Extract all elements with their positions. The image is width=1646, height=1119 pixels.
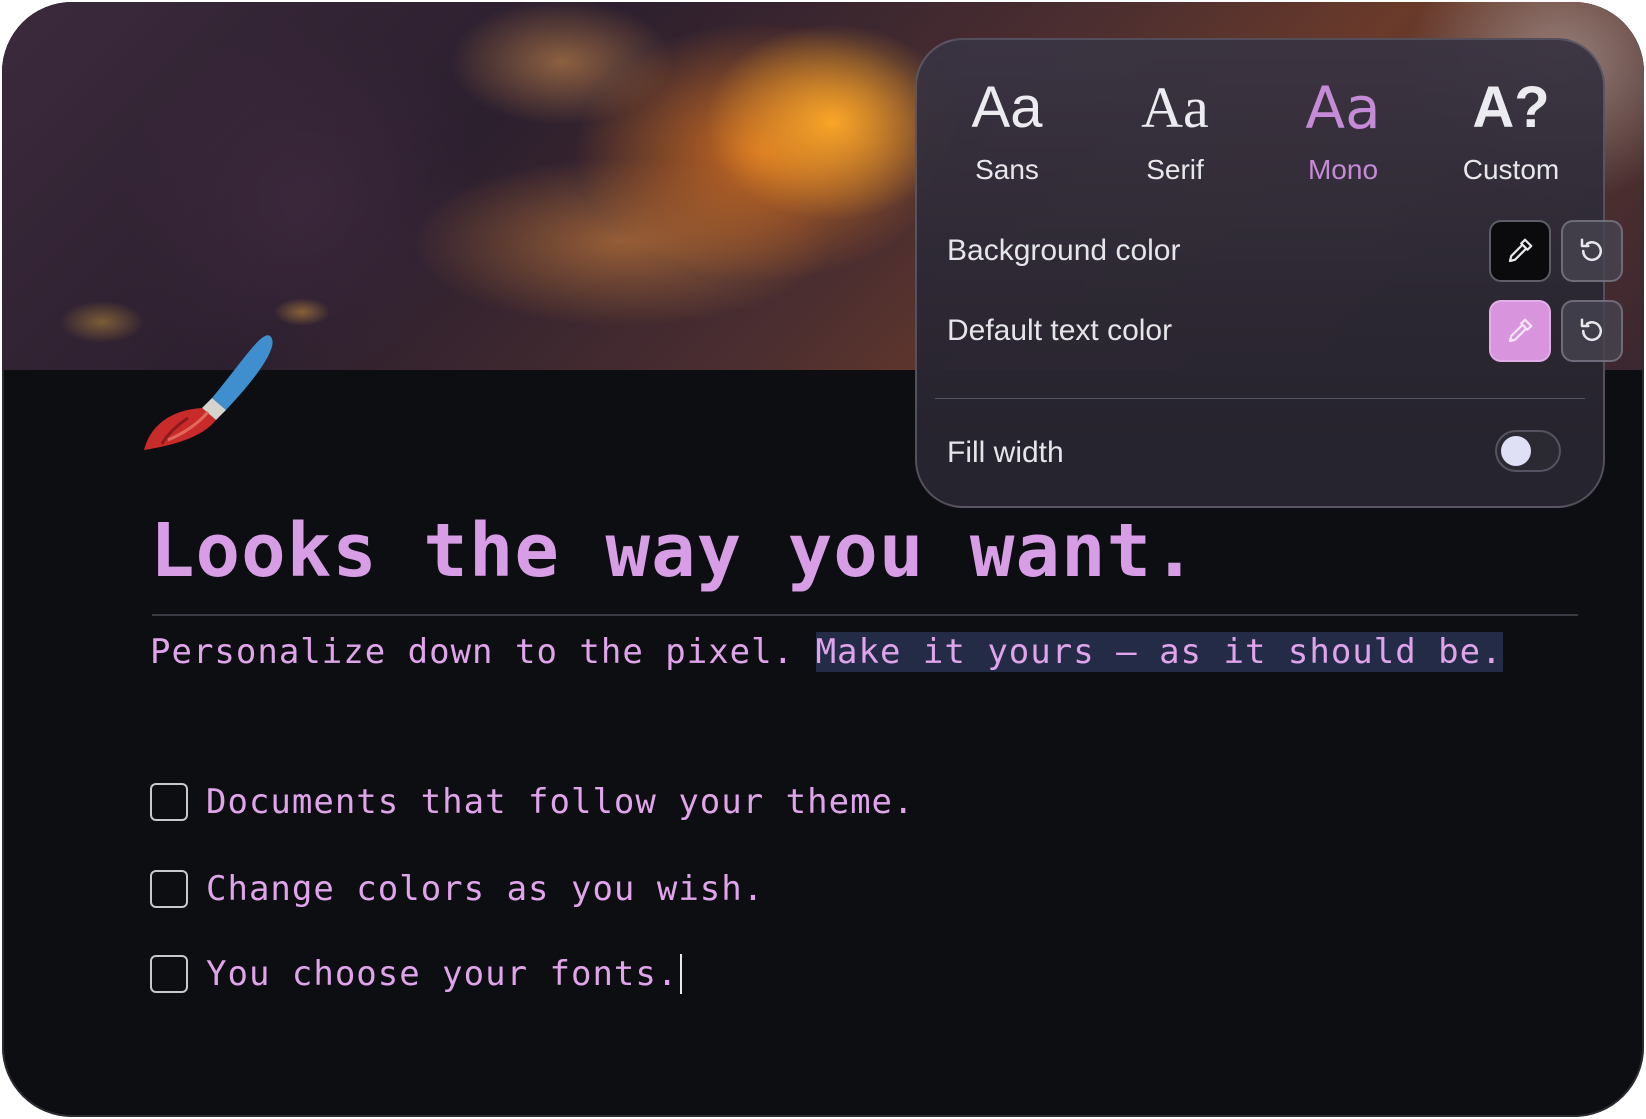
background-color-picker[interactable]: [1489, 220, 1551, 282]
font-option-label: Mono: [1307, 154, 1379, 185]
todo-checkbox[interactable]: [150, 870, 188, 908]
text-color-picker[interactable]: [1489, 300, 1551, 362]
font-option-custom[interactable]: A? Custom: [1427, 70, 1595, 210]
text-color-label: Default text color: [947, 314, 1173, 347]
eyedropper-icon: [1508, 238, 1533, 263]
paintbrush-icon: [144, 335, 273, 450]
page-title[interactable]: Looks the way you want.: [150, 508, 1198, 594]
app-window: Aa Sans Aa Serif Aa Mono A? Custom Backg…: [2, 2, 1644, 1117]
fill-width-row: Fill width: [947, 422, 1587, 486]
fill-width-label: Fill width: [947, 436, 1064, 469]
subtitle-paragraph[interactable]: Personalize down to the pixel. Make it y…: [150, 632, 1503, 672]
background-color-row: Background color: [947, 220, 1623, 284]
todo-text[interactable]: Change colors as you wish.: [206, 869, 764, 909]
font-option-label: Sans: [975, 154, 1039, 185]
reset-icon: [1580, 318, 1602, 342]
font-option-serif[interactable]: Aa Serif: [1091, 70, 1259, 210]
eyedropper-icon: [1508, 318, 1533, 343]
font-sample: Aa: [1141, 75, 1209, 140]
todo-text[interactable]: You choose your fonts.: [206, 954, 678, 994]
font-option-mono[interactable]: Aa Mono: [1259, 70, 1427, 210]
font-sample: Aa: [971, 75, 1043, 140]
todo-item: Change colors as you wish.: [150, 867, 764, 911]
font-picker: Aa Sans Aa Serif Aa Mono A? Custom: [917, 70, 1603, 210]
toggle-knob: [1501, 436, 1531, 466]
font-sample: A?: [1472, 75, 1550, 140]
todo-text[interactable]: Documents that follow your theme.: [206, 782, 915, 822]
text-color-row: Default text color: [947, 300, 1623, 364]
todo-checkbox[interactable]: [150, 955, 188, 993]
font-sample: Aa: [1305, 74, 1381, 142]
fill-width-toggle[interactable]: [1495, 430, 1561, 472]
title-divider: [152, 614, 1578, 616]
background-color-reset-button[interactable]: [1561, 220, 1623, 282]
background-color-label: Background color: [947, 234, 1181, 267]
selected-text: Make it yours – as it should be.: [815, 632, 1503, 672]
appearance-panel: Aa Sans Aa Serif Aa Mono A? Custom Backg…: [915, 38, 1623, 508]
todo-item: Documents that follow your theme.: [150, 780, 915, 824]
text-cursor: [680, 954, 683, 994]
font-option-sans[interactable]: Aa Sans: [923, 70, 1091, 210]
reset-icon: [1580, 238, 1602, 262]
todo-item: You choose your fonts.: [150, 952, 683, 996]
panel-divider: [935, 398, 1585, 399]
todo-checkbox[interactable]: [150, 783, 188, 821]
font-option-label: Custom: [1462, 154, 1560, 185]
subtitle-text: Personalize down to the pixel.: [150, 632, 816, 672]
text-color-reset-button[interactable]: [1561, 300, 1623, 362]
font-option-label: Serif: [1146, 154, 1204, 185]
